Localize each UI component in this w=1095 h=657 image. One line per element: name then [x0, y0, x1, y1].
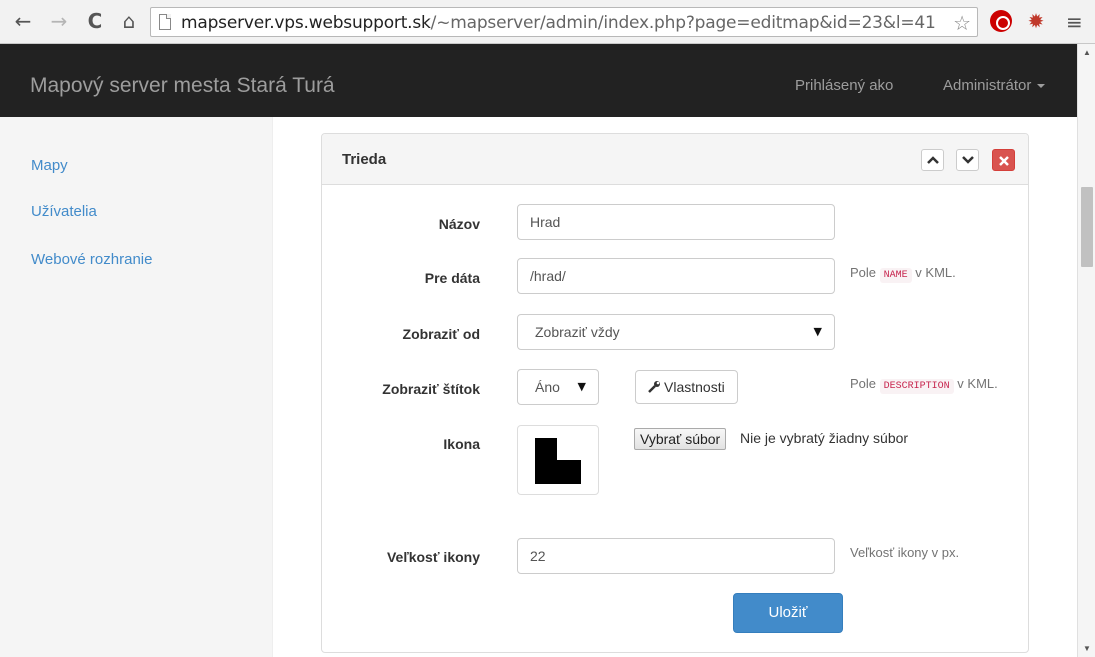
show-label-value: Áno: [535, 379, 560, 395]
show-label-help-prefix: Pole: [850, 376, 877, 391]
back-icon[interactable]: ←: [12, 10, 34, 32]
browser-menu-icon[interactable]: ≡: [1066, 10, 1083, 34]
select-arrow-icon: ▼: [577, 380, 586, 393]
extension-bug-icon[interactable]: ✹: [1025, 10, 1047, 32]
show-from-value: Zobraziť vždy: [535, 324, 620, 340]
data-help-suffix: v KML.: [915, 265, 956, 280]
scroll-up-icon[interactable]: ▲: [1083, 48, 1091, 57]
data-label: Pre dáta: [424, 270, 480, 286]
save-button[interactable]: Uložiť: [733, 593, 843, 633]
icon-preview: [517, 425, 599, 495]
remove-button[interactable]: [992, 149, 1015, 171]
name-label: Názov: [438, 216, 480, 232]
name-input[interactable]: [530, 205, 834, 239]
url-text: mapserver.vps.websupport.sk/~mapserver/a…: [181, 13, 936, 33]
scroll-down-icon[interactable]: ▼: [1083, 644, 1091, 653]
show-label-select[interactable]: Áno ▼: [517, 369, 599, 405]
properties-button[interactable]: Vlastnosti: [635, 370, 738, 404]
url-host: mapserver.vps.websupport.sk: [181, 13, 431, 33]
close-icon: [999, 156, 1009, 166]
choose-file-button[interactable]: Vybrať súbor: [634, 428, 727, 450]
top-navbar: Mapový server mesta Stará Turá Prihlásen…: [0, 44, 1077, 117]
bookmark-star-icon[interactable]: ☆: [953, 11, 971, 35]
sidebar-item-maps[interactable]: Mapy: [31, 157, 68, 174]
adblock-icon[interactable]: [990, 10, 1012, 32]
forward-icon[interactable]: →: [48, 10, 70, 32]
class-panel: Trieda Názov Pre dáta Pole NAME v KML. Z…: [321, 133, 1029, 653]
user-name: Administrátor: [943, 77, 1032, 94]
data-help-prefix: Pole: [850, 265, 877, 280]
data-field[interactable]: [517, 258, 835, 294]
file-status: Nie je vybratý žiadny súbor: [740, 430, 909, 446]
icon-label: Ikona: [443, 436, 480, 452]
data-input[interactable]: [530, 259, 834, 293]
home-icon[interactable]: ⌂: [118, 10, 140, 32]
show-from-label: Zobraziť od: [402, 326, 480, 342]
show-label-help-code: DESCRIPTION: [879, 379, 954, 394]
reload-icon[interactable]: C: [84, 10, 106, 32]
url-path: /~mapserver/admin/index.php?page=editmap…: [430, 13, 936, 33]
icon-size-help: Veľkosť ikony v px.: [850, 545, 960, 560]
page-scrollbar[interactable]: ▲ ▼: [1077, 44, 1095, 657]
select-arrow-icon: ▼: [813, 325, 822, 338]
icon-size-field[interactable]: [517, 538, 835, 574]
page-icon: [159, 14, 171, 30]
sidebar-item-users[interactable]: Užívatelia: [31, 203, 97, 220]
chevron-down-icon: [962, 156, 974, 164]
icon-size-label: Veľkosť ikony: [386, 549, 480, 565]
data-help-code: NAME: [879, 268, 912, 283]
properties-label: Vlastnosti: [664, 379, 725, 395]
sidebar: Mapy Užívatelia Webové rozhranie: [0, 117, 273, 657]
move-down-button[interactable]: [956, 149, 979, 171]
chevron-up-icon: [927, 156, 939, 164]
wrench-icon: [648, 381, 660, 393]
sidebar-item-web-interface[interactable]: Webové rozhranie: [31, 251, 152, 268]
browser-toolbar: ← → C ⌂ mapserver.vps.websupport.sk/~map…: [0, 0, 1095, 44]
move-up-button[interactable]: [921, 149, 944, 171]
icon-image: [535, 438, 581, 484]
user-dropdown[interactable]: Administrátor: [943, 77, 1046, 94]
address-bar[interactable]: mapserver.vps.websupport.sk/~mapserver/a…: [150, 7, 978, 37]
scroll-thumb[interactable]: [1081, 187, 1093, 267]
data-help: Pole NAME v KML.: [850, 265, 956, 283]
show-label-label: Zobraziť štítok: [382, 381, 480, 397]
name-field[interactable]: [517, 204, 835, 240]
panel-title: Trieda: [342, 151, 387, 168]
show-label-help: Pole DESCRIPTION v KML.: [850, 376, 998, 394]
show-label-help-suffix: v KML.: [957, 376, 998, 391]
caret-down-icon: [1037, 84, 1046, 89]
panel-heading: Trieda: [322, 134, 1028, 185]
show-from-select[interactable]: Zobraziť vždy ▼: [517, 314, 835, 350]
logged-in-label: Prihlásený ako: [795, 77, 894, 94]
brand-title[interactable]: Mapový server mesta Stará Turá: [30, 74, 335, 98]
icon-size-input[interactable]: [530, 539, 834, 573]
